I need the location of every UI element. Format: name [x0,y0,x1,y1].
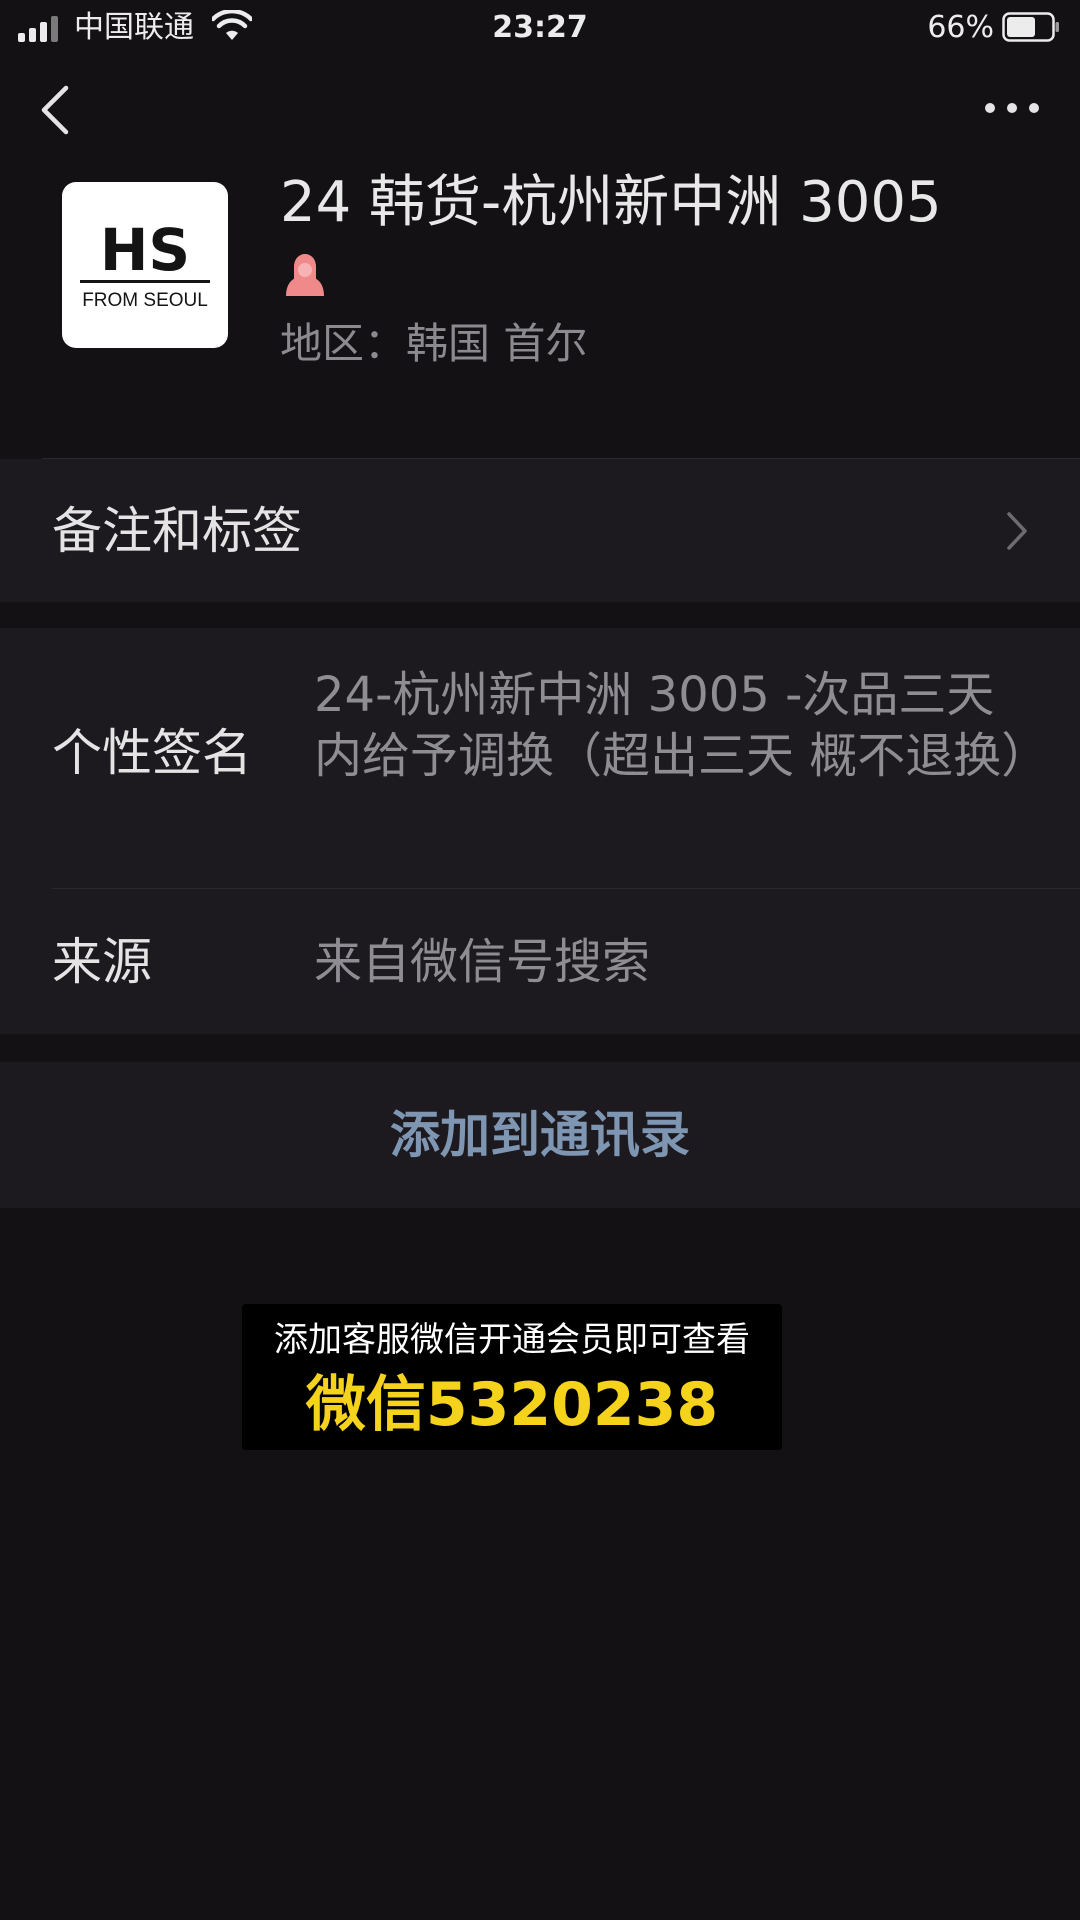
more-dots-icon[interactable] [984,96,1040,120]
source-value: 来自微信号搜索 [314,934,651,990]
avatar-logo-text: HS [100,216,190,284]
chevron-right-icon [1007,512,1027,550]
status-time: 23:27 [492,10,588,45]
female-icon [286,254,324,296]
cell-remark-tags[interactable]: 备注和标签 [0,459,1080,602]
battery-percent: 66% [927,10,994,45]
remark-tags-label: 备注和标签 [52,502,302,560]
source-label: 来源 [52,933,152,991]
promo-text: 添加客服微信开通会员即可查看 [274,1320,750,1360]
status-bar: 中国联通 23:27 66% [0,0,1080,56]
info-group: 个性签名 24-杭州新中洲 3005 -次品三天内给予调换（超出三天 概不退换）… [0,628,1080,1034]
avatar[interactable]: HS FROM SEOUL [62,182,228,348]
promo-banner: 添加客服微信开通会员即可查看 微信5320238 [242,1304,782,1450]
chevron-left-icon[interactable] [32,82,80,138]
profile-screen: 中国联通 23:27 66% HS FROM SEOUL 24 韩货-杭州新中洲… [0,0,1080,1920]
promo-wechat-id: 微信5320238 [305,1370,719,1440]
avatar-logo: HS FROM SEOUL [80,216,210,311]
signature-label: 个性签名 [52,724,252,782]
profile-name: 24 韩货-杭州新中洲 3005 [280,170,942,235]
region-text: 地区：韩国 首尔 [280,319,588,368]
avatar-logo-subtext: FROM SEOUL [82,290,208,311]
add-contact-button[interactable]: 添加到通讯录 [0,1062,1080,1208]
divider [52,888,1080,889]
battery-icon [1002,12,1059,42]
signature-value: 24-杭州新中洲 3005 -次品三天内给予调换（超出三天 概不退换） [314,667,1050,784]
